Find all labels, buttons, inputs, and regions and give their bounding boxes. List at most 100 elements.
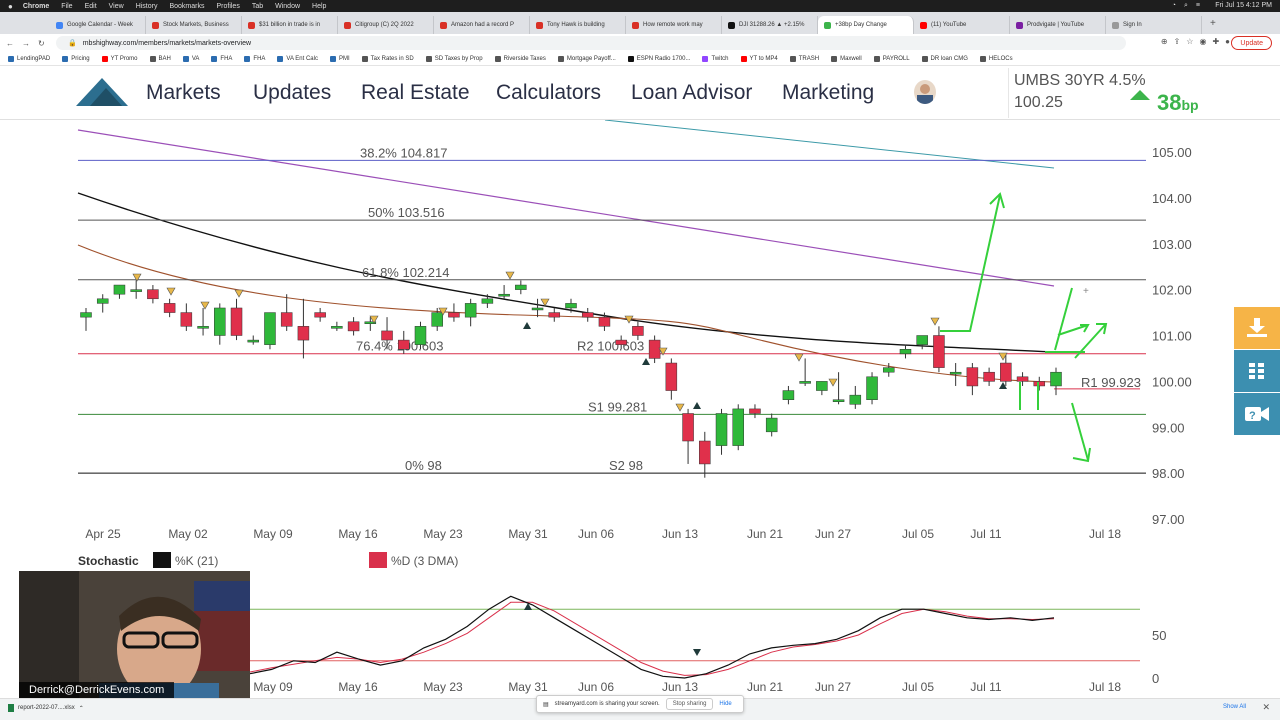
menu-item-help[interactable]: Help — [312, 3, 326, 10]
bookmark-item[interactable]: BAH — [149, 55, 171, 62]
profile-icon[interactable]: ● — [1225, 37, 1230, 46]
candle-body — [598, 316, 611, 327]
x-tick-label: May 09 — [253, 527, 293, 541]
video-question-icon: ? — [1245, 407, 1269, 422]
update-button[interactable]: Update — [1231, 36, 1272, 50]
download-item[interactable]: report-2022-07....xlsx ⌃ — [8, 704, 84, 712]
tab-favicon-icon — [152, 21, 159, 29]
bookmark-item[interactable]: YT to MP4 — [740, 55, 778, 62]
nav-updates[interactable]: Updates — [253, 81, 331, 105]
browser-tab[interactable]: +38bp Day Change — [818, 16, 914, 34]
avatar[interactable] — [914, 80, 936, 104]
menu-item-file[interactable]: File — [61, 3, 72, 10]
y-tick-label: 97.00 — [1152, 512, 1185, 527]
umbs-ticker[interactable]: UMBS 30YR 4.5% 100.25 38bp — [1008, 68, 1208, 118]
bookmark-item[interactable]: PMI — [329, 55, 350, 62]
menu-app-name[interactable]: Chrome — [23, 3, 49, 10]
new-tab-icon[interactable]: + — [1210, 18, 1216, 29]
mbs-highway-logo[interactable] — [76, 76, 128, 106]
nav-marketing[interactable]: Marketing — [782, 81, 874, 105]
download-button[interactable] — [1234, 307, 1280, 349]
share-icon[interactable]: ⇪ — [1174, 37, 1181, 46]
bookmark-item[interactable]: TRASH — [789, 55, 820, 62]
browser-tab[interactable]: DJI 31288.26 ▲ +2.15% — [722, 16, 818, 34]
annotation-arrow — [940, 194, 1001, 332]
bookmark-item[interactable]: ESPN Radio 1700... — [627, 55, 690, 62]
browser-tab[interactable]: (11) YouTube — [914, 16, 1010, 34]
browser-tab[interactable]: Google Calendar - Week — [50, 16, 146, 34]
search-icon[interactable]: ⌕ — [1184, 2, 1188, 10]
browser-tab[interactable]: Amazon had a record P — [434, 16, 530, 34]
bookmark-item[interactable]: LendingPAD — [8, 55, 50, 62]
extension-icon[interactable]: ◉ — [1199, 37, 1206, 46]
bookmark-item[interactable]: Twitch — [702, 55, 729, 62]
wifi-icon[interactable]: ◔ — [1172, 2, 1176, 10]
bookmark-item[interactable]: Maxwell — [831, 55, 862, 62]
bookmark-item[interactable]: VA — [182, 55, 199, 62]
menu-item-view[interactable]: View — [109, 3, 124, 10]
browser-tab[interactable]: Prodvigate | YouTube — [1010, 16, 1106, 34]
nav-markets[interactable]: Markets — [146, 81, 221, 105]
browser-tab[interactable]: Citigroup (C) 2Q 2022 — [338, 16, 434, 34]
menu-item-tab[interactable]: Tab — [252, 3, 263, 10]
video-help-button[interactable]: ? — [1234, 393, 1280, 435]
reload-icon[interactable]: ↻ — [38, 39, 45, 48]
menu-clock[interactable]: Fri Jul 15 4:12 PM — [1215, 2, 1272, 9]
bookmark-label: TRASH — [798, 55, 820, 62]
browser-tab[interactable]: Sign In — [1106, 16, 1202, 34]
forward-icon[interactable]: → — [22, 39, 30, 48]
url-bar[interactable]: 🔒 mbshighway.com/members/markets/markets… — [56, 36, 1126, 50]
bookmark-item[interactable]: Tax Rates in SD — [361, 55, 414, 62]
bookmark-item[interactable]: VA Ent Calc — [277, 55, 318, 62]
hide-button[interactable]: Hide — [719, 701, 731, 707]
bookmark-item[interactable]: SD Taxes by Prop — [425, 55, 483, 62]
browser-tab[interactable]: $31 billion in trade is in — [242, 16, 338, 34]
star-icon[interactable]: ☆ — [1186, 37, 1193, 46]
candle-body — [565, 303, 577, 309]
nav-loan-advisor[interactable]: Loan Advisor — [631, 81, 752, 105]
y-tick-label: 101.00 — [1152, 329, 1192, 344]
bookmark-item[interactable]: HELOCs — [979, 55, 1013, 62]
puzzle-icon[interactable]: ✚ — [1212, 37, 1219, 46]
bookmark-item[interactable]: PAYROLL — [873, 55, 910, 62]
zoom-icon[interactable]: ⊕ — [1161, 37, 1168, 46]
y-tick-label: 99.00 — [1152, 420, 1185, 435]
menu-item-window[interactable]: Window — [275, 3, 300, 10]
candle-body — [883, 367, 895, 373]
bookmark-item[interactable]: YT Promo — [101, 55, 138, 62]
x-tick-label: May 02 — [168, 527, 208, 541]
bookmark-favicon-icon — [149, 55, 156, 62]
menu-item-history[interactable]: History — [136, 3, 158, 10]
menu-item-edit[interactable]: Edit — [85, 3, 97, 10]
bookmark-label: PAYROLL — [882, 55, 910, 62]
nav-calculators[interactable]: Calculators — [496, 81, 601, 105]
browser-tab[interactable]: Tony Hawk is building — [530, 16, 626, 34]
grid-view-button[interactable] — [1234, 350, 1280, 392]
bookmark-favicon-icon — [702, 55, 709, 62]
browser-tab[interactable]: How remote work may — [626, 16, 722, 34]
browser-tab[interactable]: Stock Markets, Business — [146, 16, 242, 34]
nav-real-estate[interactable]: Real Estate — [361, 81, 470, 105]
grid-icon — [1249, 363, 1264, 379]
bookmark-item[interactable]: FHA — [244, 55, 265, 62]
back-icon[interactable]: ← — [6, 39, 14, 48]
x-tick-label: Jun 06 — [578, 527, 614, 541]
candle-body — [264, 312, 276, 345]
bookmark-label: Maxwell — [840, 55, 862, 62]
show-all-link[interactable]: Show All — [1223, 704, 1246, 710]
bookmark-item[interactable]: Riverside Taxes — [494, 55, 546, 62]
chevron-up-icon[interactable]: ⌃ — [79, 705, 84, 712]
bookmark-item[interactable]: DR loan CMG — [921, 55, 968, 62]
menu-item-profiles[interactable]: Profiles — [216, 3, 239, 10]
bookmark-item[interactable]: FHA — [211, 55, 232, 62]
close-icon[interactable]: ✕ — [1262, 702, 1270, 713]
level-label: 0% 98 — [405, 458, 442, 473]
apple-icon[interactable]: ● — [8, 2, 13, 11]
stop-sharing-button[interactable]: Stop sharing — [665, 698, 714, 710]
bookmark-item[interactable]: Pricing — [62, 55, 90, 62]
bookmark-item[interactable]: Mortgage Payoff... — [557, 55, 616, 62]
control-center-icon[interactable]: ≡ — [1196, 2, 1200, 10]
x-tick-label: May 16 — [338, 527, 378, 541]
menu-item-bookmarks[interactable]: Bookmarks — [169, 3, 204, 10]
ticker-price: 100.25 — [1014, 94, 1063, 111]
